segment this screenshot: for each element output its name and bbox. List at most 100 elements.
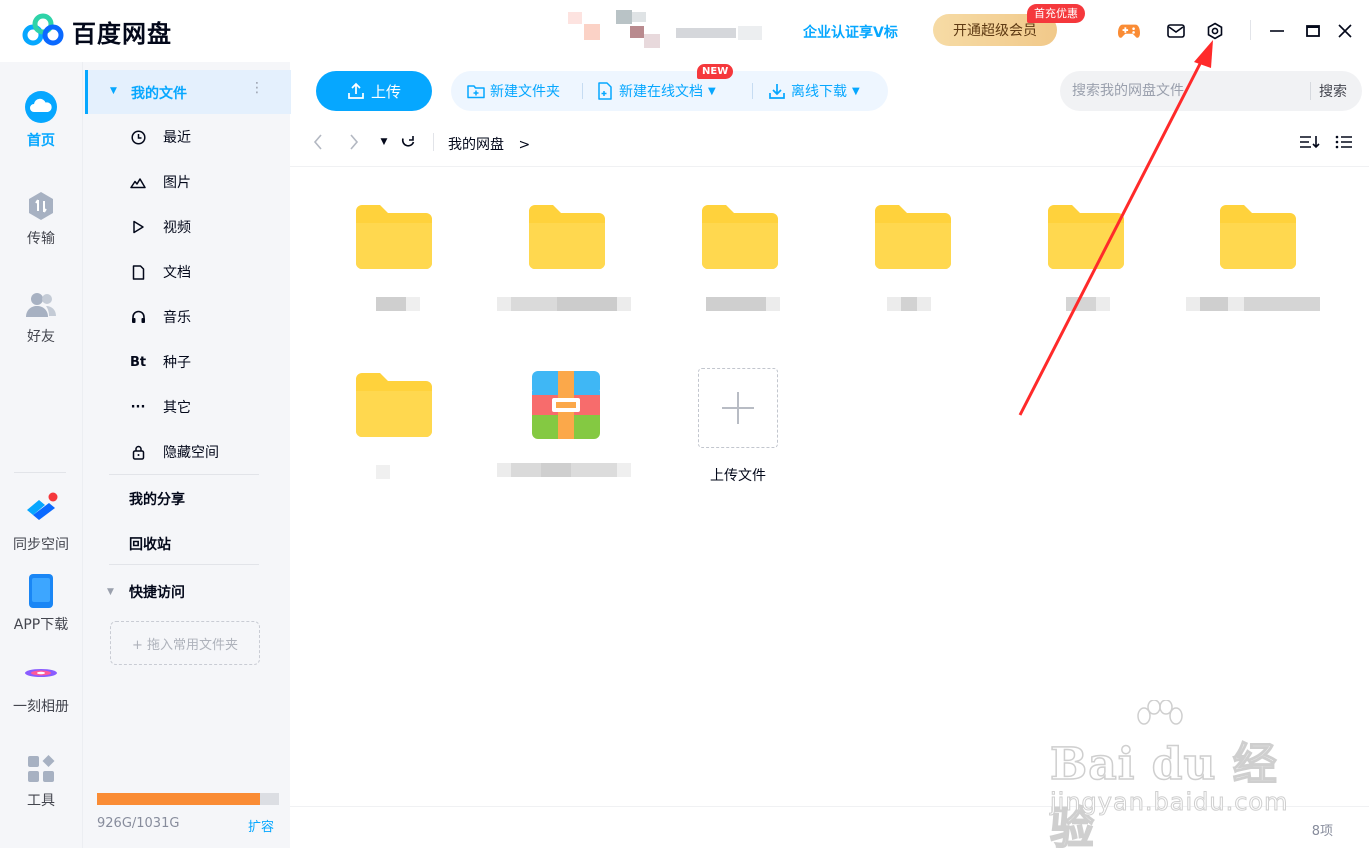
search-button[interactable]: 搜索 — [1319, 81, 1347, 101]
sidebar-divider — [109, 564, 259, 565]
phone-icon — [29, 574, 53, 608]
nav-label: 好友 — [27, 329, 55, 345]
sidebar-item-images[interactable]: 图片 — [129, 167, 289, 197]
folder-icon — [356, 373, 432, 437]
file-name-blurred — [376, 297, 420, 311]
list-view-icon[interactable] — [1334, 132, 1354, 152]
folder-item[interactable] — [843, 205, 983, 355]
back-icon[interactable] — [310, 132, 326, 152]
maximize-icon[interactable] — [1302, 20, 1324, 42]
caret-down-icon[interactable]: ▼ — [107, 587, 114, 597]
file-name-blurred — [376, 465, 390, 479]
upload-button[interactable]: 上传 — [316, 71, 432, 111]
online-doc-icon — [598, 82, 612, 100]
nav-home[interactable]: 首页 — [0, 90, 82, 150]
storage-quota-fill — [97, 793, 261, 805]
transfer-icon — [29, 192, 53, 220]
quick-access-dropzone[interactable]: + 拖入常用文件夹 — [110, 621, 260, 665]
nav-app-download[interactable]: APP下载 — [0, 574, 82, 634]
nav-transfer[interactable]: 传输 — [0, 190, 82, 248]
breadcrumb-row: ▼ 我的网盘 > — [290, 118, 1369, 167]
storage-quota-text: 926G/1031G — [97, 816, 180, 831]
folder-item[interactable] — [1186, 205, 1328, 355]
search-box: 搜索 — [1060, 71, 1362, 111]
sidebar-item-hidden-space[interactable]: 隐藏空间 — [129, 437, 289, 467]
upload-file-tile[interactable] — [698, 368, 778, 448]
toolbar-divider — [752, 83, 753, 99]
toolbar-divider — [582, 83, 583, 99]
new-folder-button[interactable]: 新建文件夹 — [467, 81, 560, 101]
storage-quota-bar — [97, 793, 279, 805]
more-icon: ··· — [130, 399, 146, 415]
sort-icon[interactable] — [1298, 132, 1322, 152]
toolbar-actions: 新建文件夹 新建在线文档 ▼ 离线下载 ▼ — [451, 71, 888, 111]
sidebar-item-videos[interactable]: 视频 — [129, 212, 289, 242]
history-dropdown-icon[interactable]: ▼ — [378, 132, 390, 152]
search-input[interactable] — [1072, 81, 1302, 101]
folder-icon — [1220, 205, 1296, 269]
sidebar-item-others[interactable]: ··· 其它 — [129, 392, 289, 422]
sidebar-item-recent[interactable]: 最近 — [129, 122, 289, 152]
sidebar-item-my-share[interactable]: 我的分享 — [129, 489, 185, 509]
mail-icon[interactable] — [1165, 20, 1187, 42]
folder-item[interactable] — [497, 205, 637, 355]
settings-icon[interactable] — [1204, 20, 1226, 42]
close-icon[interactable] — [1334, 20, 1356, 42]
new-folder-label: 新建文件夹 — [490, 84, 560, 100]
breadcrumb-my-netdisk[interactable]: 我的网盘 — [448, 137, 504, 153]
more-vertical-icon[interactable]: ⋮ — [250, 80, 264, 96]
archive-item[interactable] — [497, 371, 637, 521]
sidebar-item-label: 其它 — [163, 400, 191, 416]
folder-item[interactable] — [324, 373, 464, 523]
breadcrumb-separator: > — [518, 137, 531, 153]
folder-plus-icon — [467, 85, 485, 99]
sync-icon — [27, 492, 58, 520]
file-name-blurred — [887, 297, 931, 311]
archive-icon — [532, 371, 600, 439]
nav-moment-album[interactable]: 一刻相册 — [0, 656, 82, 716]
nav-tools[interactable]: 工具 — [0, 754, 82, 810]
item-count: 8项 — [1311, 824, 1333, 839]
game-icon[interactable] — [1118, 20, 1140, 42]
folder-item[interactable] — [1016, 205, 1156, 355]
folder-icon — [356, 205, 432, 269]
app-brand: 百度网盘 — [72, 20, 172, 48]
title-separator — [1250, 20, 1251, 40]
sidebar-item-label: 音乐 — [163, 310, 191, 326]
expand-storage-link[interactable]: 扩容 — [248, 816, 274, 835]
new-online-doc-label: 新建在线文档 — [619, 84, 703, 100]
baidu-jingyan-watermark: Bai du 经验 jingyan.baidu.com — [1049, 700, 1310, 848]
sidebar-item-music[interactable]: 音乐 — [129, 302, 289, 332]
caret-down-icon[interactable]: ▼ — [110, 86, 117, 96]
sidebar-my-files[interactable]: ▼ 我的文件 ⋮ — [85, 70, 291, 114]
file-name-blurred — [497, 463, 631, 477]
dropdown-arrow-icon: ▼ — [708, 85, 716, 97]
sidebar-item-documents[interactable]: 文档 — [129, 257, 289, 287]
enterprise-cert-link[interactable]: 企业认证享V标 — [803, 22, 898, 42]
plus-icon — [722, 392, 754, 424]
folder-icon — [1048, 205, 1124, 269]
minimize-icon[interactable] — [1266, 20, 1288, 42]
forward-icon[interactable] — [346, 132, 362, 152]
folder-icon — [875, 205, 951, 269]
baidu-netdisk-logo — [22, 13, 64, 46]
sidebar-item-recycle-bin[interactable]: 回收站 — [129, 534, 171, 554]
upload-file-label: 上传文件 — [710, 468, 766, 484]
nav-friends[interactable]: 好友 — [0, 290, 82, 346]
nav-sync-space[interactable]: 同步空间 — [0, 492, 82, 554]
refresh-icon[interactable] — [398, 132, 418, 152]
play-icon — [129, 218, 147, 236]
user-account-blurred[interactable] — [566, 8, 766, 48]
offline-download-button[interactable]: 离线下载 ▼ — [768, 81, 860, 101]
sidebar-item-torrents[interactable]: Bt 种子 — [129, 347, 289, 377]
sidebar-item-label: 种子 — [163, 355, 191, 371]
new-online-doc-button[interactable]: 新建在线文档 ▼ — [597, 81, 716, 101]
sidebar-item-label: 图片 — [163, 175, 191, 191]
nav-label: 传输 — [27, 231, 55, 247]
folder-item[interactable] — [670, 205, 810, 355]
nav-label: 首页 — [27, 133, 55, 149]
sidebar-item-label: 最近 — [163, 130, 191, 146]
folder-item[interactable] — [324, 205, 464, 355]
album-icon — [25, 669, 57, 677]
sidebar-quick-access[interactable]: 快捷访问 — [129, 582, 185, 602]
